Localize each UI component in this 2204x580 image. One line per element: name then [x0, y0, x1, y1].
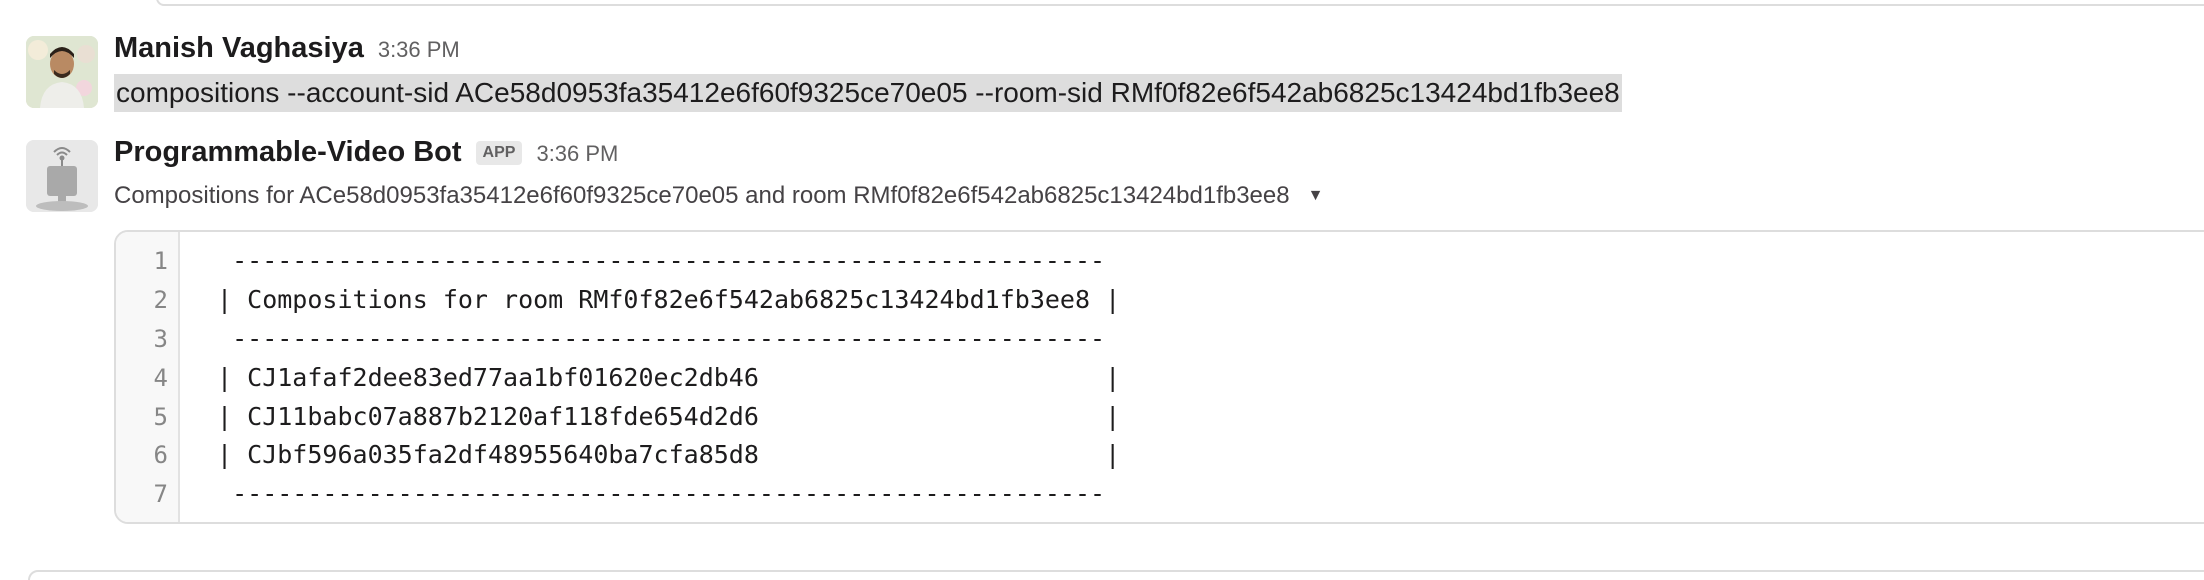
code-snippet: 1 2 3 4 5 6 7 --------------------------------…	[114, 230, 2204, 524]
user-photo-icon	[26, 36, 98, 108]
line-number: 2	[153, 285, 168, 314]
code-line: ----------------------------------------…	[202, 479, 1106, 509]
sender-name[interactable]: Programmable-Video Bot	[114, 136, 462, 169]
attachment-summary[interactable]: Compositions for ACe58d0953fa35412e6f60f…	[114, 182, 1323, 210]
code-line: | CJ11babc07a887b2120af118fde654d2d6 |	[202, 401, 1121, 431]
line-number: 5	[153, 402, 168, 431]
line-number: 4	[153, 363, 168, 392]
message-timestamp[interactable]: 3:36 PM	[536, 141, 618, 167]
caret-down-icon[interactable]: ▼	[1308, 187, 1324, 205]
next-message-input-edge	[28, 570, 2204, 580]
line-number: 1	[153, 247, 168, 275]
bot-avatar[interactable]	[26, 140, 98, 212]
attachment-title: Compositions for ACe58d0953fa35412e6f60f…	[114, 182, 1290, 209]
message-user: Manish Vaghasiya 3:36 PM compositions --…	[0, 32, 2204, 120]
line-number-gutter: 1 2 3 4 5 6 7	[116, 232, 180, 522]
code-line: | Compositions for room RMf0f82e6f542ab6…	[202, 284, 1121, 314]
line-number: 7	[153, 480, 168, 509]
code-line: ----------------------------------------…	[202, 323, 1106, 353]
message-bot: Programmable-Video Bot APP 3:36 PM Compo…	[0, 136, 2204, 536]
message-header: Manish Vaghasiya 3:36 PM	[114, 32, 460, 65]
message-timestamp[interactable]: 3:36 PM	[378, 37, 460, 63]
message-header: Programmable-Video Bot APP 3:36 PM	[114, 136, 618, 169]
code-lines: ----------------------------------------…	[180, 232, 1120, 522]
code-line: ----------------------------------------…	[202, 246, 1106, 275]
line-number: 6	[153, 441, 168, 470]
code-line: | CJbf596a035fa2df48955640ba7cfa85d8 |	[202, 440, 1121, 470]
line-number: 3	[153, 324, 168, 353]
avatar[interactable]	[26, 36, 98, 108]
code-line: | CJ1afaf2dee83ed77aa1bf01620ec2db46 |	[202, 362, 1121, 392]
message-text: compositions --account-sid ACe58d0953fa3…	[114, 74, 1622, 112]
sender-name[interactable]: Manish Vaghasiya	[114, 32, 364, 65]
chat-window: Manish Vaghasiya 3:36 PM compositions --…	[0, 0, 2204, 580]
previous-attachment-edge	[156, 0, 2204, 6]
robot-icon	[26, 140, 98, 212]
app-badge: APP	[475, 141, 523, 165]
